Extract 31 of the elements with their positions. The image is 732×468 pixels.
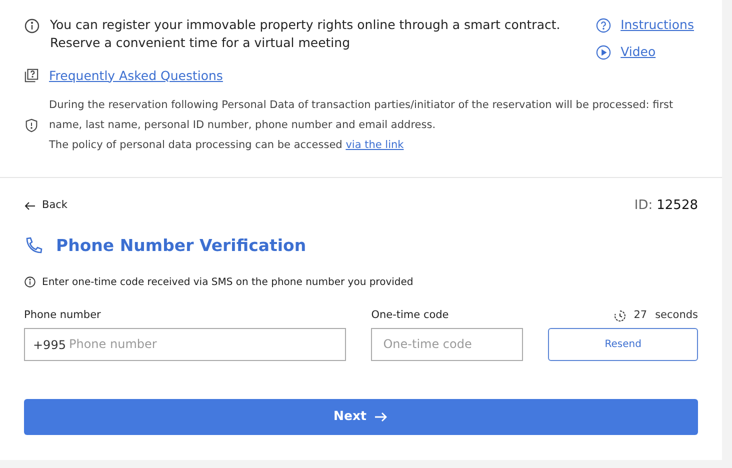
policy-link[interactable]: via the link [346,139,404,152]
privacy-text: During the reservation following Personal Data of transaction parties/initiator of the reservation will be processed: first [49,98,674,114]
code-field[interactable]: One-time code [371,328,524,360]
intro-text: You can register your immovable property rights online through a smart contract. [50,16,560,34]
id-value: 12528 [656,197,698,216]
play-icon [596,44,611,60]
info-icon [24,276,36,288]
timer-icon [614,310,626,322]
help-link[interactable]: Video [620,42,656,62]
shield-icon [24,118,39,133]
intro-text: Reserve a convenient time for a virtual meeting [50,34,351,52]
country-prefix: +995 [33,336,66,354]
resend-button[interactable]: Resend [548,328,698,360]
note-text: Enter one-time code received via SMS on the phone number you provided [42,276,414,290]
privacy-text: name, last name, personal ID number, phone number and email address. [49,118,437,134]
timer-value: 27 [634,308,648,323]
timer-unit: seconds [655,308,698,323]
field-label: One-time code [371,308,450,322]
policy-text: The policy of personal data processing can be accessed via the link [49,138,405,154]
id-label: ID: [634,197,653,216]
help-link[interactable]: Instructions [620,16,694,35]
info-icon [24,18,40,34]
arrow-left-icon [24,200,36,212]
arrow-right-icon [374,410,388,424]
back-button[interactable]: Back [24,198,68,214]
next-button[interactable]: Next [24,398,698,434]
faq-link[interactable]: Frequently Asked Questions [49,66,223,86]
field-label: Phone number [24,308,102,322]
faq-icon [24,68,39,84]
page-title: Phone Number Verification [56,234,306,257]
help-icon [596,18,611,33]
